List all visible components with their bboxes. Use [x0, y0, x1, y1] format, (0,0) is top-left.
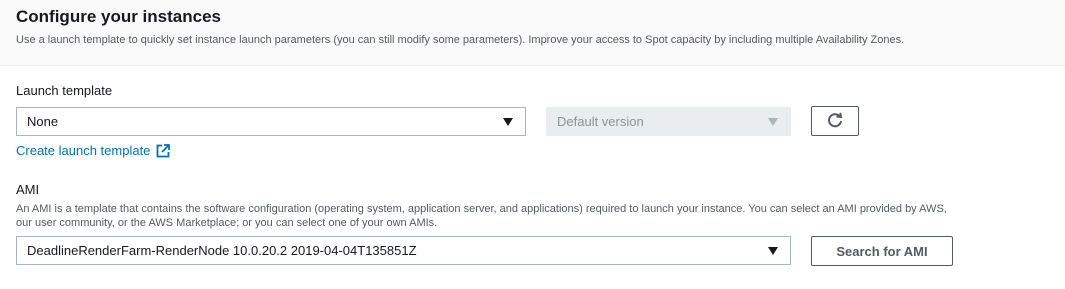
- search-for-ami-label: Search for AMI: [836, 243, 928, 259]
- template-version-placeholder: Default version: [557, 114, 644, 129]
- refresh-icon: [826, 112, 844, 130]
- refresh-button[interactable]: [811, 106, 859, 136]
- ami-description-line2: our user community, or the AWS Marketpla…: [16, 217, 438, 229]
- create-launch-template-label: Create launch template: [16, 143, 151, 158]
- ami-label: AMI: [16, 182, 40, 197]
- ami-description-line1: An AMI is a template that contains the s…: [16, 203, 947, 215]
- chevron-down-icon: [768, 118, 778, 126]
- chevron-down-icon: [768, 247, 778, 255]
- search-for-ami-button[interactable]: Search for AMI: [811, 236, 953, 266]
- external-link-icon: [156, 143, 171, 158]
- section-header: Configure your instances Use a launch te…: [0, 0, 1065, 66]
- launch-template-value: None: [27, 114, 59, 129]
- launch-template-label: Launch template: [16, 83, 113, 98]
- section-description: Use a launch template to quickly set ins…: [16, 34, 905, 46]
- ami-select[interactable]: DeadlineRenderFarm-RenderNode 10.0.20.2 …: [16, 236, 791, 265]
- template-version-select: Default version: [546, 107, 791, 136]
- create-launch-template-link[interactable]: Create launch template: [16, 143, 171, 158]
- section-title: Configure your instances: [16, 7, 221, 26]
- configure-instances-panel: Configure your instances Use a launch te…: [0, 0, 1065, 289]
- launch-template-select[interactable]: None: [16, 107, 526, 136]
- ami-select-value: DeadlineRenderFarm-RenderNode 10.0.20.2 …: [27, 243, 417, 258]
- chevron-down-icon: [503, 118, 513, 126]
